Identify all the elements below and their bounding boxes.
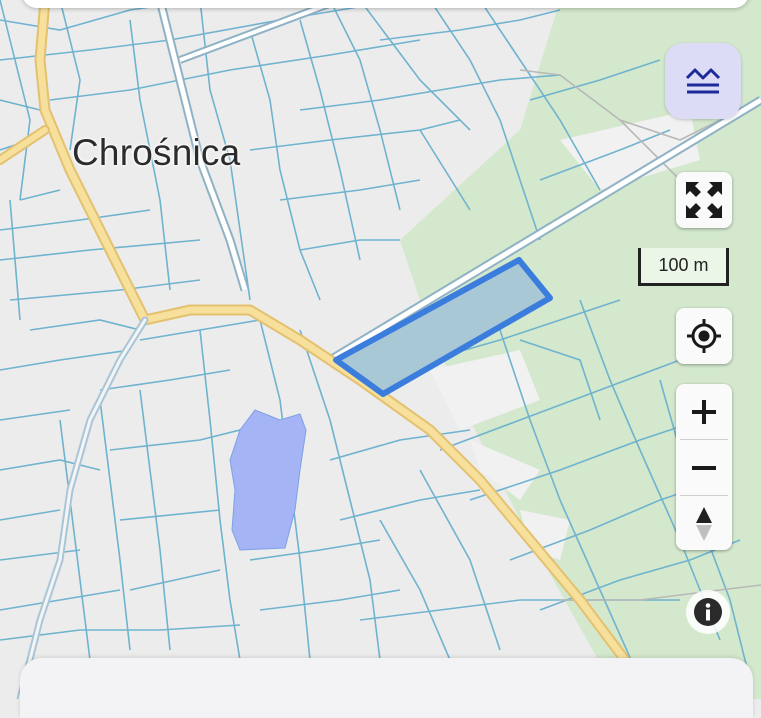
scale-bar: 100 m bbox=[638, 248, 729, 286]
zoom-controls bbox=[676, 384, 732, 550]
scale-label: 100 m bbox=[658, 255, 709, 275]
locate-button[interactable] bbox=[676, 308, 732, 364]
info-icon bbox=[694, 598, 722, 626]
minus-icon bbox=[692, 465, 716, 470]
top-search-card[interactable] bbox=[22, 0, 749, 8]
compass-button[interactable] bbox=[676, 496, 732, 551]
layers-icon bbox=[685, 68, 721, 94]
plus-icon bbox=[692, 399, 716, 424]
info-button[interactable] bbox=[686, 590, 730, 634]
locate-icon bbox=[687, 319, 721, 353]
fullscreen-button[interactable] bbox=[676, 172, 732, 228]
compass-icon bbox=[696, 506, 712, 541]
bottom-sheet[interactable] bbox=[20, 658, 753, 718]
map-canvas[interactable] bbox=[0, 0, 761, 699]
fullscreen-icon bbox=[686, 182, 722, 218]
zoom-in-button[interactable] bbox=[676, 384, 732, 439]
layers-button[interactable] bbox=[665, 43, 741, 119]
zoom-out-button[interactable] bbox=[676, 440, 732, 495]
place-label: Chrośnica bbox=[72, 132, 241, 173]
